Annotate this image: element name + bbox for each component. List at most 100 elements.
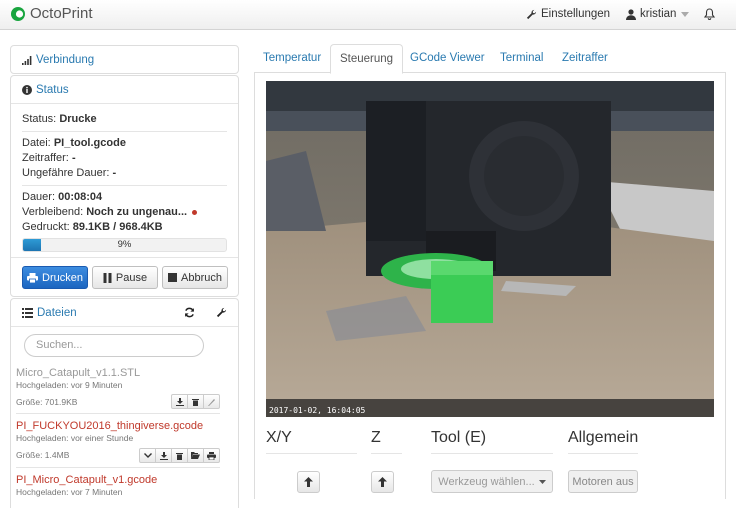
file-list-item[interactable]: PI_Micro_Catapult_v1.gcode Hochgeladen: … (16, 473, 220, 498)
tab-content-border-left (254, 73, 255, 499)
general-section-title: Allgemein (568, 429, 639, 446)
connection-panel: Verbindung (10, 45, 239, 74)
file-row: Datei: PI_tool.gcode (22, 136, 227, 151)
approx-value: - (112, 167, 117, 179)
progress-text: 9% (117, 239, 132, 250)
trash-icon[interactable] (171, 448, 188, 463)
tab-terminal[interactable]: Terminal (491, 44, 552, 73)
file-actions (171, 394, 220, 409)
printed-value: 89.1KB / 968.4KB (72, 221, 163, 233)
timelapse-value: - (71, 152, 76, 164)
print-icon[interactable] (203, 448, 220, 463)
settings-link[interactable]: Einstellungen (526, 8, 610, 20)
pause-icon (103, 272, 112, 283)
user-menu[interactable]: kristian (626, 8, 693, 20)
file-name[interactable]: PI_Micro_Catapult_v1.gcode (16, 473, 220, 487)
file-name[interactable]: Micro_Catapult_v1.1.STL (16, 366, 220, 380)
pause-button[interactable]: Pause (92, 266, 158, 289)
user-label: kristian (640, 8, 677, 20)
arrow-up-icon (304, 477, 313, 487)
file-name[interactable]: PI_FUCKYOU2016_thingiverse.gcode (16, 419, 220, 433)
file-uploaded: Hochgeladen: vor 7 Minuten (16, 487, 123, 497)
printed-label: Gedruckt: (22, 221, 70, 233)
stop-icon (168, 273, 177, 282)
motors-off-label: Motoren aus (572, 475, 634, 488)
cancel-button[interactable]: Abbruch (162, 266, 228, 289)
duration-label: Dauer: (22, 191, 56, 203)
remaining-label: Verbleibend: (22, 206, 84, 218)
remaining-warning-dot-icon (192, 209, 198, 215)
caret-down-icon (538, 479, 546, 484)
settings-label: Einstellungen (541, 8, 611, 20)
list-icon (22, 307, 33, 318)
signal-icon (22, 55, 32, 65)
download-icon[interactable] (155, 448, 172, 463)
jog-y-plus-button[interactable] (297, 471, 320, 493)
jog-z-plus-button[interactable] (371, 471, 394, 493)
file-value: PI_tool.gcode (53, 137, 126, 149)
file-actions (139, 448, 220, 463)
top-navbar: OctoPrint Einstellungen kristian (0, 0, 736, 30)
print-icon (27, 272, 39, 283)
motors-off-button[interactable]: Motoren aus (568, 470, 638, 493)
file-list-item[interactable]: PI_FUCKYOU2016_thingiverse.gcode Hochgel… (16, 419, 220, 463)
file-search-input[interactable]: Suchen... (24, 334, 204, 357)
webcam-timestamp: 2017-01-02, 16:04:05 (269, 406, 366, 415)
bell-icon (704, 8, 715, 20)
file-label: Datei: (22, 137, 51, 149)
duration-value: 00:08:04 (58, 191, 103, 203)
connection-toggle[interactable]: Verbindung (11, 46, 238, 74)
print-button[interactable]: Drucken (22, 266, 88, 289)
xy-section-title: X/Y (266, 429, 292, 446)
brand-link[interactable]: OctoPrint (10, 5, 93, 22)
status-panel: Status Status: Drucke Datei: PI_tool.gco… (10, 75, 239, 297)
divider (266, 453, 357, 454)
tool-select-dropdown[interactable]: Werkzeug wählen... (431, 470, 553, 493)
chevron-down-icon[interactable] (139, 448, 156, 463)
wrench-icon[interactable] (216, 307, 227, 318)
info-icon (22, 84, 32, 95)
approx-label: Ungefähre Dauer: (22, 167, 110, 179)
tab-content-border-right (725, 73, 726, 499)
tool-section-title: Tool (E) (431, 429, 487, 446)
state-label: Status: (22, 113, 57, 125)
main-tabs: Temperatur Steuerung GCode Viewer Termin… (254, 44, 726, 74)
divider (22, 131, 227, 132)
trash-icon[interactable] (187, 394, 204, 409)
wrench-icon (526, 9, 537, 19)
arrow-up-icon (378, 477, 387, 487)
tab-timelapse[interactable]: Zeitraffer (553, 44, 617, 73)
status-toggle[interactable]: Status (11, 76, 238, 104)
pause-label: Pause (115, 271, 148, 284)
file-uploaded: Hochgeladen: vor einer Stunde (16, 433, 134, 443)
tool-select-label: Werkzeug wählen... (438, 475, 535, 488)
state-value: Drucke (59, 113, 97, 125)
connection-title: Verbindung (36, 54, 95, 66)
divider (22, 185, 227, 186)
caret-down-icon (681, 11, 690, 17)
cancel-label: Abbruch (181, 271, 222, 284)
tab-gcode-viewer[interactable]: GCode Viewer (401, 44, 494, 73)
app-title: OctoPrint (30, 5, 93, 22)
notifications-button[interactable] (704, 8, 719, 20)
timelapse-label: Zeitraffer: (22, 152, 69, 164)
user-icon (626, 8, 636, 20)
approx-time-row: Ungefähre Dauer: - (22, 166, 227, 181)
print-label: Drucken (42, 271, 83, 284)
file-list-item[interactable]: Micro_Catapult_v1.1.STL Hochgeladen: vor… (16, 366, 220, 409)
file-uploaded: Hochgeladen: vor 9 Minuten (16, 380, 123, 390)
folder-open-icon[interactable] (187, 448, 204, 463)
divider (11, 257, 238, 258)
remaining-row: Verbleibend: Noch zu ungenau... (22, 205, 227, 220)
tab-control[interactable]: Steuerung (330, 44, 404, 74)
webcam-stream: 2017-01-02, 16:04:05 (266, 81, 714, 417)
z-section-title: Z (371, 429, 381, 446)
timelapse-row: Zeitraffer: - (22, 151, 227, 166)
tab-temperature[interactable]: Temperatur (254, 44, 330, 73)
files-toggle[interactable]: Dateien (11, 299, 238, 327)
refresh-icon[interactable] (184, 307, 195, 318)
slice-icon[interactable] (203, 394, 220, 409)
download-icon[interactable] (171, 394, 188, 409)
duration-row: Dauer: 00:08:04 (22, 190, 227, 205)
printed-row: Gedruckt: 89.1KB / 968.4KB (22, 220, 227, 235)
